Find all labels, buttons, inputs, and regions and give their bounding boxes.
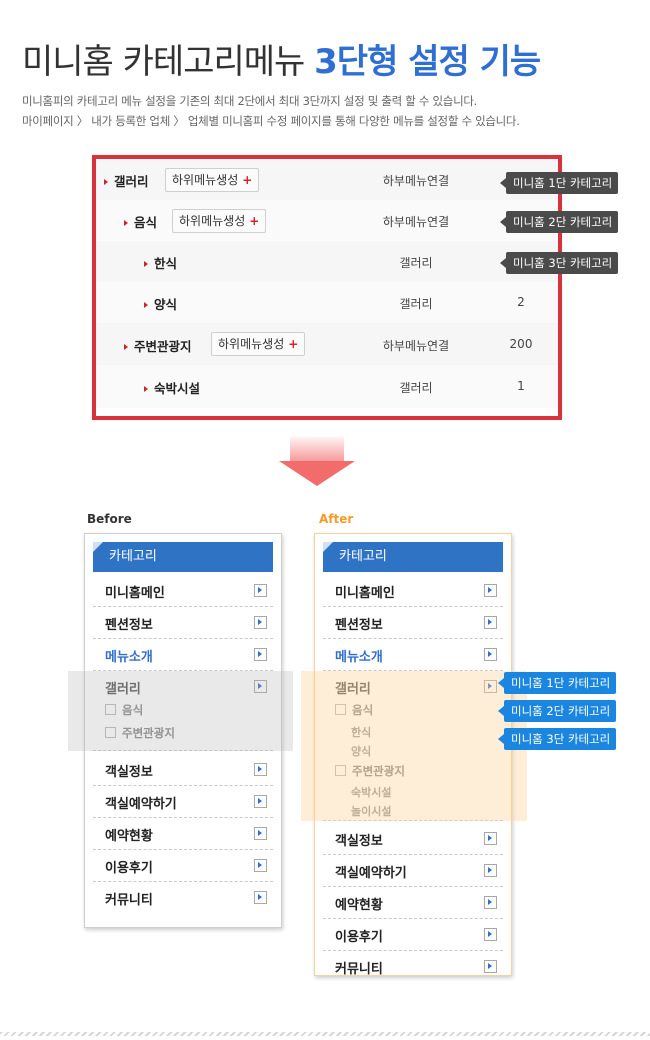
- arrow-right-icon[interactable]: [254, 584, 267, 597]
- arrow-right-icon[interactable]: [254, 648, 267, 661]
- create-submenu-button[interactable]: 하위메뉴생성 +: [165, 168, 260, 192]
- arrow-right-icon[interactable]: [484, 584, 497, 597]
- create-submenu-button[interactable]: 하위메뉴생성 +: [211, 332, 306, 356]
- level3-tag: 미니홈 3단 카테고리: [497, 728, 617, 750]
- bullet-icon: [124, 343, 128, 350]
- table-row: 한식 갤러리: [96, 241, 558, 283]
- bullet-icon: [104, 178, 108, 185]
- down-arrow-icon: [290, 437, 344, 461]
- table-row: 음식 하위메뉴생성 + 하부메뉴연결: [96, 200, 558, 242]
- arrow-right-icon[interactable]: [484, 832, 497, 845]
- arrow-right-icon[interactable]: [484, 648, 497, 661]
- after-label: After: [319, 512, 354, 526]
- arrow-right-icon[interactable]: [484, 616, 497, 629]
- page-title: 미니홈 카테고리메뉴 3단형 설정 기능: [22, 34, 541, 83]
- category-name: 양식: [154, 297, 178, 312]
- menu-item[interactable]: 미니홈메인: [323, 574, 503, 607]
- menu-item[interactable]: 객실정보: [93, 753, 273, 786]
- arrow-right-icon[interactable]: [484, 896, 497, 909]
- category-settings-table: 갤러리 하위메뉴생성 + 하부메뉴연결 음식 하위메뉴생성 + 하부메뉴연결 한식 …: [92, 155, 562, 420]
- level1-tag: 미니홈 1단 카테고리: [497, 672, 617, 694]
- arrow-right-icon[interactable]: [484, 928, 497, 941]
- menu-item[interactable]: 펜션정보: [323, 606, 503, 639]
- link-type: 하부메뉴연결: [382, 339, 450, 353]
- menu-item-active[interactable]: 메뉴소개: [323, 638, 503, 671]
- category-name: 갤러리: [114, 174, 149, 189]
- level3-tag: 미니홈 3단 카테고리: [499, 252, 619, 274]
- create-submenu-button[interactable]: 하위메뉴생성 +: [172, 209, 267, 233]
- link-type: 갤러리: [399, 297, 433, 311]
- title-plain: 미니홈 카테고리메뉴: [22, 42, 315, 82]
- menu-item[interactable]: 펜션정보: [93, 606, 273, 639]
- menu-item[interactable]: 커뮤니티: [93, 881, 273, 913]
- menu-item-active[interactable]: 메뉴소개: [93, 638, 273, 671]
- bullet-icon: [124, 219, 128, 226]
- level2-tag: 미니홈 2단 카테고리: [497, 700, 617, 722]
- arrow-right-icon[interactable]: [254, 763, 267, 776]
- bullet-icon: [144, 385, 148, 392]
- menu-item[interactable]: 커뮤니티: [323, 950, 503, 975]
- link-type: 갤러리: [399, 256, 433, 270]
- arrow-right-icon[interactable]: [254, 827, 267, 840]
- plus-icon: +: [249, 214, 260, 228]
- menu-item[interactable]: 이용후기: [323, 918, 503, 951]
- arrow-right-icon[interactable]: [254, 859, 267, 872]
- link-type: 하부메뉴연결: [382, 215, 450, 229]
- corner-decoration-icon: [323, 542, 333, 552]
- arrow-right-icon[interactable]: [484, 864, 497, 877]
- menu-header: 카테고리: [323, 542, 503, 572]
- arrow-right-icon[interactable]: [484, 960, 497, 973]
- link-type: 하부메뉴연결: [382, 174, 450, 188]
- menu-item[interactable]: 객실정보: [323, 822, 503, 855]
- link-type: 갤러리: [399, 381, 433, 395]
- category-name: 한식: [154, 256, 178, 271]
- item-count: 200: [509, 337, 533, 351]
- after-highlight-area: [301, 671, 527, 821]
- before-highlight-area: [68, 671, 293, 751]
- menu-item[interactable]: 예약현황: [93, 817, 273, 850]
- plus-icon: +: [288, 337, 299, 351]
- table-row: 양식 갤러리 2: [96, 282, 558, 324]
- item-count: 1: [517, 379, 525, 393]
- corner-decoration-icon: [93, 542, 103, 552]
- arrow-right-icon[interactable]: [254, 616, 267, 629]
- menu-header: 카테고리: [93, 542, 273, 572]
- menu-item[interactable]: 이용후기: [93, 849, 273, 882]
- down-arrow-head-icon: [279, 461, 355, 486]
- level2-tag: 미니홈 2단 카테고리: [499, 211, 619, 233]
- item-count: 2: [517, 295, 525, 309]
- table-row: 주변관광지 하위메뉴생성 + 하부메뉴연결 200: [96, 323, 558, 366]
- menu-item[interactable]: 객실예약하기: [323, 854, 503, 887]
- menu-item[interactable]: 예약현황: [323, 886, 503, 919]
- category-name: 음식: [134, 215, 158, 230]
- category-name: 주변관광지: [134, 339, 192, 354]
- level1-tag: 미니홈 1단 카테고리: [499, 172, 619, 194]
- arrow-right-icon[interactable]: [254, 795, 267, 808]
- table-row: 갤러리 하위메뉴생성 + 하부메뉴연결: [96, 159, 558, 201]
- arrow-right-icon[interactable]: [254, 891, 267, 904]
- plus-icon: +: [242, 173, 253, 187]
- bullet-icon: [144, 301, 148, 308]
- category-name: 숙박시설: [154, 381, 201, 396]
- title-highlight: 3단형 설정 기능: [314, 42, 541, 82]
- table-row: 숙박시설 갤러리 1: [96, 365, 558, 408]
- description-line-2: 마이페이지 〉 내가 등록한 업체 〉 업체별 미니홈피 수정 페이지를 통해 …: [22, 114, 520, 128]
- before-label: Before: [87, 512, 132, 526]
- menu-item[interactable]: 객실예약하기: [93, 785, 273, 818]
- bullet-icon: [144, 260, 148, 267]
- menu-item[interactable]: 미니홈메인: [93, 574, 273, 607]
- description-line-1: 미니홈피의 카테고리 메뉴 설정을 기존의 최대 2단에서 최대 3단까지 설정…: [22, 94, 478, 108]
- bottom-divider: [0, 1032, 650, 1036]
